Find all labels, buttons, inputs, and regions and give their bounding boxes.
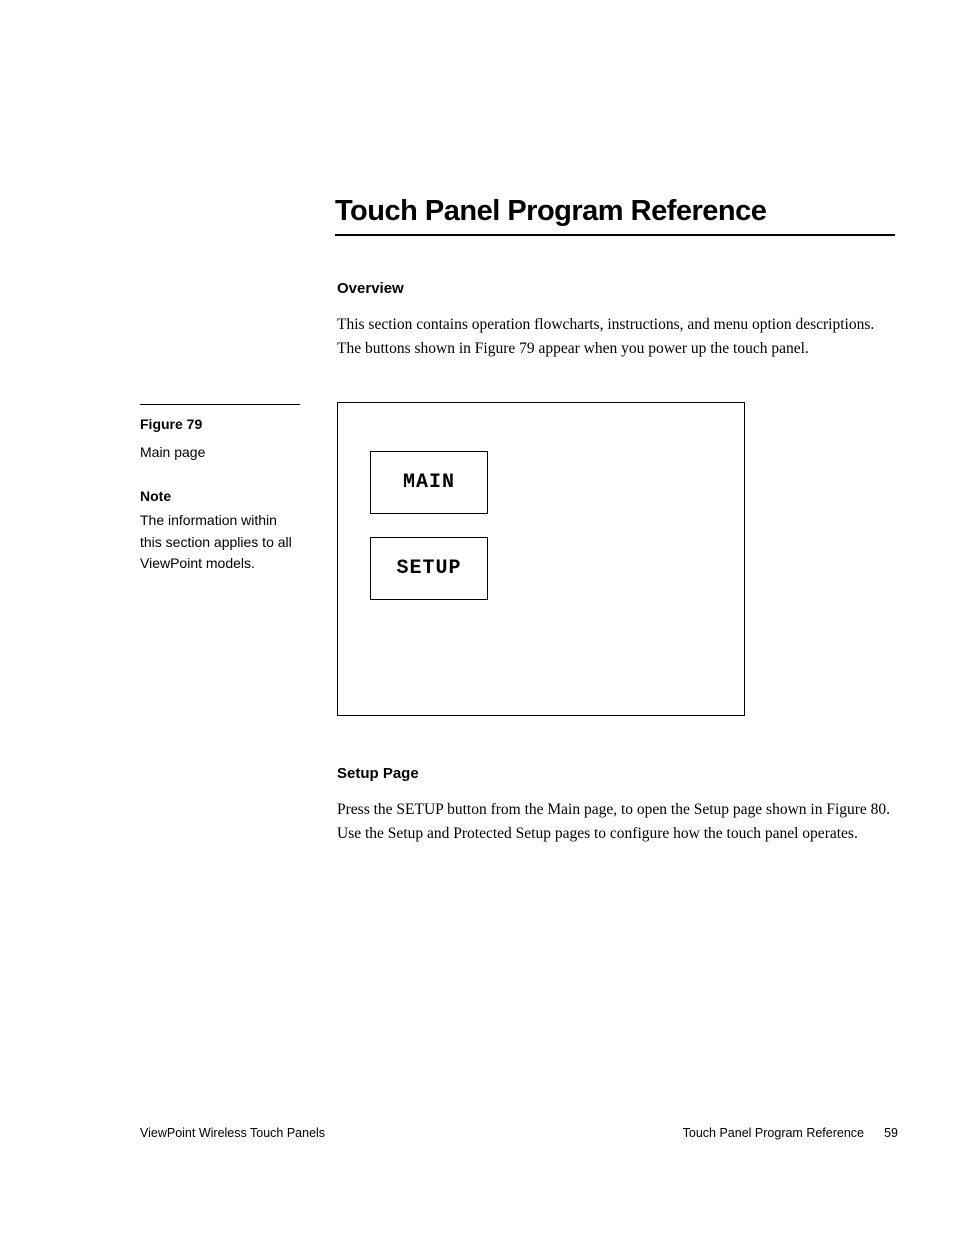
main-button-label: MAIN (403, 471, 455, 494)
footer-right: Touch Panel Program Reference (683, 1126, 864, 1140)
overview-body: This section contains operation flowchar… (337, 313, 897, 361)
page-title: Touch Panel Program Reference (335, 195, 766, 228)
setup-heading: Setup Page (337, 765, 419, 782)
document-page: Touch Panel Program Reference Overview T… (0, 0, 954, 1235)
title-rule (335, 234, 895, 236)
footer-page-number: 59 (884, 1126, 898, 1140)
overview-heading: Overview (337, 280, 404, 297)
sidebar-rule (140, 404, 300, 405)
setup-button[interactable]: SETUP (370, 537, 488, 600)
figure-label: Figure 79 (140, 416, 202, 432)
footer-left: ViewPoint Wireless Touch Panels (140, 1126, 325, 1140)
main-button[interactable]: MAIN (370, 451, 488, 514)
setup-body: Press the SETUP button from the Main pag… (337, 798, 902, 846)
setup-button-label: SETUP (396, 557, 461, 580)
note-label: Note (140, 488, 171, 504)
figure-caption: Main page (140, 444, 205, 460)
note-text: The information within this section appl… (140, 510, 300, 575)
